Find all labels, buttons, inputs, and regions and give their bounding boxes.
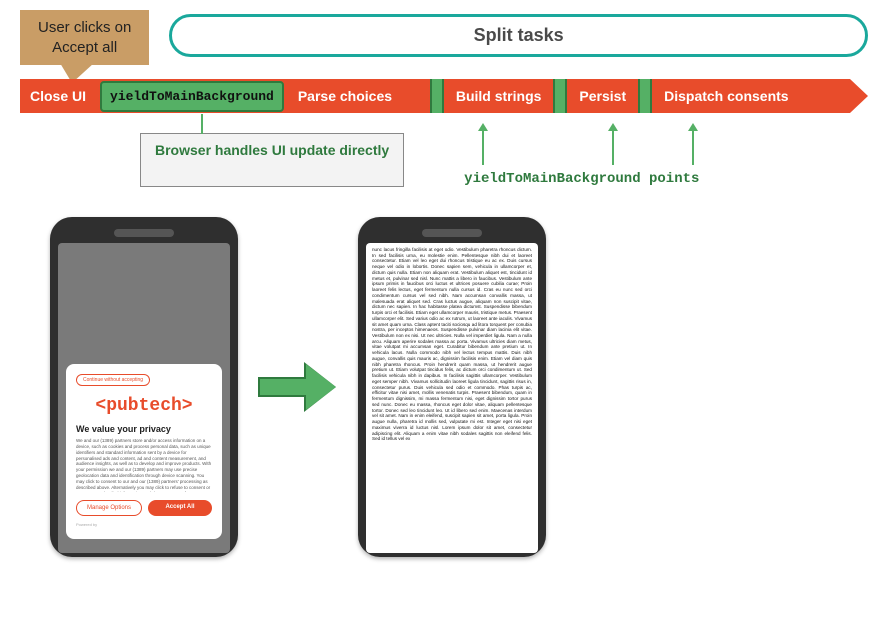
yield-marker-1 — [430, 75, 444, 117]
browser-note-box: Browser handles UI update directly — [140, 133, 404, 187]
phone-after-screen: nunc lacus fringilla facilisis at eget o… — [366, 243, 538, 553]
privacy-body: We and our (1389) partners store and/or … — [76, 438, 212, 492]
split-tasks-pill: Split tasks — [169, 14, 868, 57]
split-tasks-label: Split tasks — [474, 25, 564, 45]
phone-before: Continue without accepting <pubtech> We … — [50, 217, 238, 557]
browser-note-text: Browser handles UI update directly — [155, 142, 389, 158]
accept-all-button[interactable]: Accept All — [148, 500, 212, 516]
callout-line2: Accept all — [52, 39, 117, 56]
task-persist: Persist — [569, 88, 636, 104]
continue-without-button[interactable]: Continue without accepting — [76, 374, 150, 386]
yield-marker-2 — [553, 75, 567, 117]
yield-marker-3 — [638, 75, 652, 117]
task-close-ui: Close UI — [20, 88, 96, 104]
callout-line1: User clicks on — [38, 19, 131, 36]
arrow-up-icon — [612, 129, 614, 165]
consent-dialog: Continue without accepting <pubtech> We … — [66, 364, 222, 539]
task-build: Build strings — [446, 88, 552, 104]
task-parse: Parse choices — [288, 88, 428, 104]
yield-points-label: yieldToMainBackground points — [464, 171, 699, 187]
phone-notch-icon — [114, 229, 174, 237]
privacy-title: We value your privacy — [76, 424, 212, 434]
note-connector-line — [201, 114, 203, 134]
task-bar: Close UI yieldToMainBackground Parse cho… — [20, 79, 868, 113]
powered-by-text: Powered by — [76, 522, 212, 527]
article-text: nunc lacus fringilla facilisis at eget o… — [366, 243, 538, 553]
manage-options-button[interactable]: Manage Options — [76, 500, 142, 516]
yield-main-box: yieldToMainBackground — [100, 81, 284, 112]
arrow-up-icon — [482, 129, 484, 165]
pubtech-logo: <pubtech> — [76, 396, 212, 416]
phone-before-screen: Continue without accepting <pubtech> We … — [58, 243, 230, 553]
user-click-callout: User clicks on Accept all — [20, 10, 149, 65]
arrow-up-icon — [692, 129, 694, 165]
task-dispatch: Dispatch consents — [654, 88, 798, 104]
phone-notch-icon — [422, 229, 482, 237]
transition-arrow-icon — [258, 362, 338, 412]
yield-points-text: yieldToMainBackground points — [464, 171, 699, 187]
phone-after: nunc lacus fringilla facilisis at eget o… — [358, 217, 546, 557]
